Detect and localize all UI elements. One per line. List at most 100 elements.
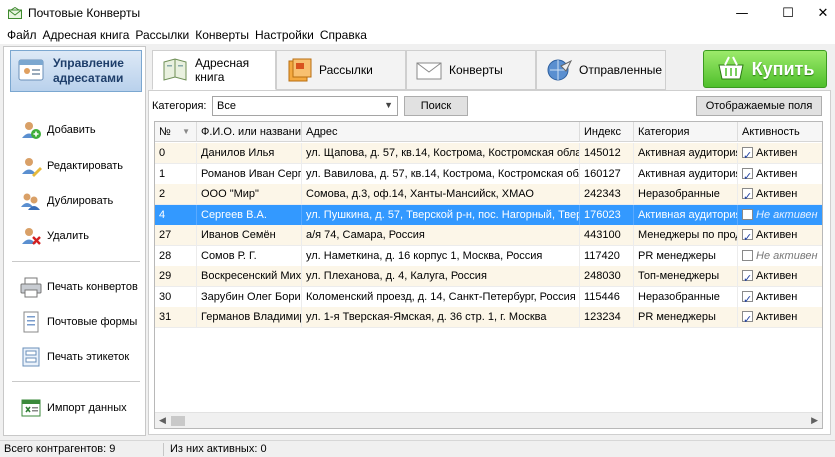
chevron-down-icon: ▼: [384, 100, 393, 110]
sidebar-item-print-envelopes[interactable]: Печать конвертов: [20, 272, 144, 302]
cell-name: Германов Владимир Петрович: [197, 307, 302, 328]
cell-number: 31: [155, 307, 197, 328]
column-header-name[interactable]: Ф.И.О. или название: [197, 122, 302, 142]
cell-address: ул. 1-я Тверская-Ямская, д. 36 стр. 1, г…: [302, 307, 580, 328]
cell-number: 27: [155, 225, 197, 246]
menu-help[interactable]: Справка: [320, 28, 367, 42]
menu-settings[interactable]: Настройки: [255, 28, 314, 42]
active-checkbox[interactable]: [742, 268, 753, 287]
search-button[interactable]: Поиск: [404, 96, 468, 116]
edit-contact-icon: [20, 155, 42, 177]
column-header-address[interactable]: Адрес: [302, 122, 580, 142]
cell-index: 117420: [580, 245, 634, 267]
active-checkbox[interactable]: [742, 249, 753, 261]
menu-mailings[interactable]: Рассылки: [135, 28, 189, 42]
tab-label: Конверты: [449, 63, 503, 77]
status-bar: Всего контрагентов: 9 Из них активных: 0: [0, 440, 835, 457]
sidebar-item-label: Удалить: [47, 230, 89, 242]
cell-category: Активная аудитория: [634, 204, 738, 226]
cell-address: Коломенский проезд, д. 14, Санкт-Петербу…: [302, 286, 580, 308]
scroll-right-icon[interactable]: ▶: [811, 415, 818, 426]
menu-envelopes[interactable]: Конверты: [195, 28, 249, 42]
table-row[interactable]: 28 Сомов Р. Г. ул. Наметкина, д. 16 корпус…: [155, 245, 822, 267]
cell-index: 145012: [580, 143, 634, 164]
cell-address: ул. Наметкина, д. 16 корпус 1, Москва, Р…: [302, 245, 580, 267]
tab-sent[interactable]: Отправленные: [536, 50, 666, 90]
sidebar-item-label: Импорт данных: [47, 402, 127, 414]
status-divider: [163, 443, 164, 456]
active-checkbox[interactable]: [742, 145, 753, 164]
activity-status: Не активен: [756, 208, 818, 221]
cell-index: 123234: [580, 307, 634, 328]
tab-address-book[interactable]: Адресная книга: [152, 50, 276, 90]
column-header-category[interactable]: Категория: [634, 122, 738, 142]
cell-index: 160127: [580, 163, 634, 185]
menu-address-book[interactable]: Адресная книга: [43, 28, 130, 42]
maximize-button[interactable]: ☐: [765, 0, 811, 26]
table-row[interactable]: 2 ООО "Мир" Сомова, д.3, оф.14, Ханты-Манс…: [155, 184, 822, 205]
category-select[interactable]: Все ▼: [212, 96, 398, 116]
sort-arrow-icon: ▼: [182, 127, 190, 136]
sidebar-item-postal-forms[interactable]: Почтовые формы: [20, 307, 144, 337]
tab-envelopes[interactable]: Конверты: [406, 50, 536, 90]
tab-mailings[interactable]: Рассылки: [276, 50, 406, 90]
cell-address: ул. Вавилова, д. 57, кв.14, Кострома, Ко…: [302, 163, 580, 185]
menu-bar: Файл Адресная книга Рассылки Конверты На…: [0, 26, 835, 44]
sidebar-header[interactable]: Управление адресатами: [10, 50, 142, 92]
status-total: Всего контрагентов: 9: [4, 443, 116, 455]
cell-category: PR менеджеры: [634, 307, 738, 328]
horizontal-scrollbar[interactable]: ◀ ▶: [155, 412, 822, 428]
cell-index: 242343: [580, 184, 634, 205]
cell-index: 176023: [580, 204, 634, 226]
sidebar-item-label: Добавить: [47, 124, 96, 136]
cell-name: Зарубин Олег Борисович: [197, 286, 302, 308]
menu-file[interactable]: Файл: [7, 28, 37, 42]
sidebar-item-delete[interactable]: Удалить: [20, 221, 144, 251]
cell-category: Активная аудитория: [634, 143, 738, 164]
sidebar-item-label: Печать этикеток: [47, 351, 130, 363]
active-checkbox[interactable]: [742, 186, 753, 205]
scroll-left-icon[interactable]: ◀: [159, 415, 166, 426]
cell-number: 28: [155, 245, 197, 267]
cell-number: 2: [155, 184, 197, 205]
printer-icon: [20, 276, 42, 298]
table-row[interactable]: 27 Иванов Семён а/я 74, Самара, Россия 4431…: [155, 225, 822, 246]
address-book-icon: [15, 54, 49, 88]
sidebar-divider: [12, 261, 140, 262]
sidebar-item-add[interactable]: Добавить: [20, 115, 144, 145]
close-button[interactable]: ✕: [811, 0, 835, 26]
table-row[interactable]: 4 Сергеев В.А. ул. Пушкина, д. 57, Тверско…: [155, 204, 822, 226]
buy-button[interactable]: Купить: [703, 50, 827, 88]
sidebar-header-label: Управление адресатами: [53, 56, 124, 85]
sidebar-item-duplicate[interactable]: Дублировать: [20, 186, 144, 216]
cell-address: Сомова, д.3, оф.14, Ханты-Мансийск, ХМАО: [302, 184, 580, 205]
sent-icon: [545, 57, 573, 83]
cell-name: Иванов Семён: [197, 225, 302, 246]
sidebar-item-edit[interactable]: Редактировать: [20, 151, 144, 181]
cell-name: Сергеев В.А.: [197, 204, 302, 226]
table-row[interactable]: 1Романов Иван Сергеевичул. Вавилова, д. …: [155, 163, 822, 185]
active-checkbox[interactable]: [742, 309, 753, 328]
active-checkbox[interactable]: [742, 289, 753, 308]
table-row[interactable]: 30Зарубин Олег БорисовичКоломенский прое…: [155, 286, 822, 308]
display-fields-button[interactable]: Отображаемые поля: [696, 96, 822, 116]
active-checkbox[interactable]: [742, 227, 753, 246]
table-header: № ▼ Ф.И.О. или название Адрес Индекс Кате…: [155, 122, 822, 142]
active-checkbox[interactable]: [742, 166, 753, 185]
active-checkbox[interactable]: [742, 208, 753, 220]
table-row[interactable]: 29Воскресенский Михаилул. Плеханова, д. …: [155, 266, 822, 287]
table-row[interactable]: 0 Данилов Илья ул. Щапова, д. 57, кв.14, К…: [155, 143, 822, 164]
activity-status: Активен: [756, 311, 798, 323]
status-active: Из них активных: 0: [170, 443, 267, 455]
minimize-button[interactable]: —: [719, 0, 765, 26]
sidebar-item-print-labels[interactable]: Печать этикеток: [20, 342, 144, 372]
column-header-number[interactable]: № ▼: [155, 122, 197, 142]
sidebar-item-import[interactable]: Импорт данных: [20, 393, 144, 423]
duplicate-contact-icon: [20, 190, 42, 212]
table-row[interactable]: 31Германов Владимир Петровичул. 1-я Твер…: [155, 307, 822, 328]
scrollbar-thumb[interactable]: [171, 416, 185, 426]
column-header-activity[interactable]: Активность: [738, 122, 822, 142]
column-header-index[interactable]: Индекс: [580, 122, 634, 142]
cell-category: Неразобранные: [634, 286, 738, 308]
cell-activity: Активен: [738, 287, 822, 308]
